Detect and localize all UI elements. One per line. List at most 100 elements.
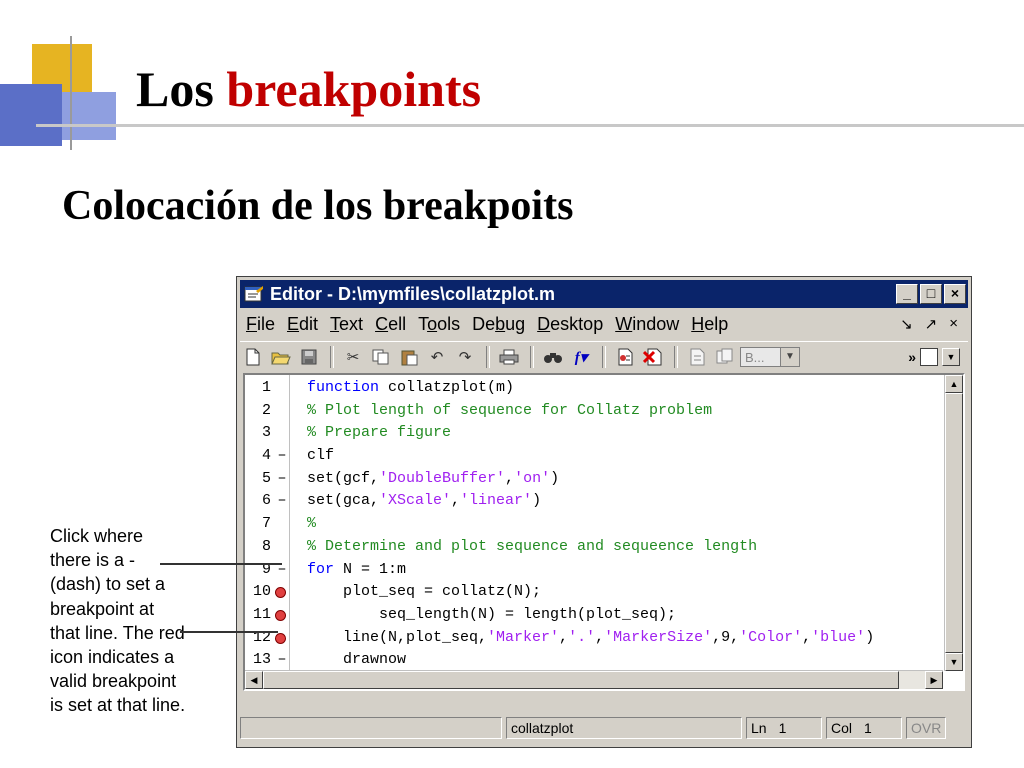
step-icon[interactable] [684,345,710,369]
minimize-button[interactable]: _ [896,284,918,304]
code-token: ) [550,469,560,487]
paste-icon[interactable] [396,345,422,369]
breakpoint-dash[interactable]: – [277,649,287,672]
undo-icon[interactable]: ↶ [424,345,450,369]
code-line[interactable]: 7% [245,513,943,536]
menu-item-text: T [418,313,428,334]
open-folder-icon[interactable] [268,345,294,369]
menu-item-4[interactable]: Tools [412,314,466,335]
menu-item-mnemonic: C [375,313,389,334]
code-token: 'MarkerSize' [604,628,713,646]
code-line[interactable]: 9– for N = 1:m [245,559,943,582]
code-token: ,9, [712,628,740,646]
code-line[interactable]: 3 % Prepare figure [245,422,943,445]
code-line[interactable]: 6– set(gca,'XScale','linear') [245,490,943,513]
menu-item-6[interactable]: Desktop [531,314,609,335]
breakpoint-icon[interactable] [275,609,286,621]
code-token: '.' [568,628,596,646]
set-breakpoint-icon[interactable] [612,345,638,369]
breakpoint-icon[interactable] [275,587,286,599]
menu-item-2[interactable]: Text [324,314,369,335]
menu-item-text: ell [388,313,407,334]
line-number: 11 [252,605,271,623]
menu-item-1[interactable]: Edit [281,314,324,335]
callout-text: Click where there is a - (dash) to set a br… [50,524,240,718]
code-line[interactable]: 1 function collatzplot(m) [245,377,943,400]
line-number: 8 [261,537,271,555]
status-column-value: 1 [864,720,872,736]
line-number: 4 [261,447,271,465]
copy-icon[interactable] [368,345,394,369]
callout-line-breakpoint [180,631,278,633]
chevron-down-icon: ▼ [780,348,799,366]
menu-item-text: esktop [550,313,604,334]
scroll-left-button[interactable]: ◀ [245,671,263,689]
menu-item-3[interactable]: Cell [369,314,412,335]
function-icon[interactable]: f▾ [568,345,594,369]
breakpoint-dash[interactable]: – [277,445,287,468]
code-line[interactable]: 12 line(N,plot_seq,'Marker','.','MarkerS… [245,627,943,650]
code-line[interactable]: 11 seq_length(N) = length(plot_seq); [245,604,943,627]
code-line[interactable]: 5– set(gcf,'DoubleBuffer','on') [245,468,943,491]
toolbar-separator [486,346,490,368]
status-filename: collatzplot [506,717,742,739]
title-word-2: breakpoints [226,61,482,117]
close-doc-icon[interactable]: × [949,315,958,333]
toolbar-overflow-icon[interactable]: » [908,349,916,365]
scroll-right-button[interactable]: ▶ [925,671,943,689]
stack-select[interactable]: B... ▼ [740,347,800,367]
code-token: 'XScale' [379,492,452,510]
menu-item-7[interactable]: Window [609,314,685,335]
code-token: ) [865,628,875,646]
menu-item-8[interactable]: Help [685,314,734,335]
code-token: set(gcf, [307,469,380,487]
save-icon[interactable] [296,345,322,369]
scroll-down-button[interactable]: ▼ [945,653,963,671]
code-token: for [307,560,335,578]
code-line[interactable]: 13– drawnow [245,649,943,672]
menu-item-text: elp [704,313,729,334]
menu-item-mnemonic: W [615,313,633,334]
undock-icon[interactable]: ↗ [925,315,938,333]
redo-icon[interactable]: ↷ [452,345,478,369]
breakpoint-dash[interactable]: – [277,559,287,582]
code-line[interactable]: 4– clf [245,445,943,468]
editor-window: Editor - D:\mymfiles\collatzplot.m _ □ ×… [236,276,972,748]
dock-controls: ↘ ↗ × [900,315,968,333]
find-icon[interactable] [540,345,566,369]
maximize-button[interactable]: □ [920,284,942,304]
toolbar-separator [330,346,334,368]
vertical-scrollbar[interactable]: ▲ ▼ [944,375,963,671]
menu-item-5[interactable]: Debug [466,314,531,335]
code-text: % [307,513,316,536]
dock-icon[interactable]: ↘ [900,315,913,333]
print-icon[interactable] [496,345,522,369]
clear-breakpoints-icon[interactable] [640,345,666,369]
cut-icon[interactable]: ✂ [340,345,366,369]
code-token: 'Color' [739,628,803,646]
window-titlebar[interactable]: Editor - D:\mymfiles\collatzplot.m _ □ × [240,280,968,308]
callout-line: there is a - [50,550,136,571]
vertical-scroll-thumb[interactable] [945,393,963,653]
layout-dropdown-button[interactable]: ▼ [942,348,960,366]
scroll-up-button[interactable]: ▲ [945,375,963,393]
line-number: 2 [261,401,271,419]
breakpoint-dash[interactable]: – [277,490,287,513]
code-editor[interactable]: 1 function collatzplot(m) 2 % Plot length o… [243,373,965,691]
code-line[interactable]: 10 plot_seq = collatz(N); [245,581,943,604]
layout-checkbox[interactable] [920,348,938,366]
menu-item-0[interactable]: File [240,314,281,335]
code-line[interactable]: 8 % Determine and plot sequence and seque… [245,536,943,559]
code-token: , [595,628,605,646]
decor-square-blue [0,84,62,146]
breakpoint-icon[interactable] [275,632,286,644]
code-line[interactable]: 2 % Plot length of sequence for Collatz p… [245,400,943,423]
step-in-icon[interactable] [712,345,738,369]
close-button[interactable]: × [944,284,966,304]
code-token: drawnow [307,651,407,669]
line-number: 13 [252,651,271,669]
breakpoint-dash[interactable]: – [277,468,287,491]
horizontal-scroll-thumb[interactable] [263,671,899,689]
new-file-icon[interactable] [240,345,266,369]
horizontal-scrollbar[interactable]: ◀ ▶ [245,670,943,689]
